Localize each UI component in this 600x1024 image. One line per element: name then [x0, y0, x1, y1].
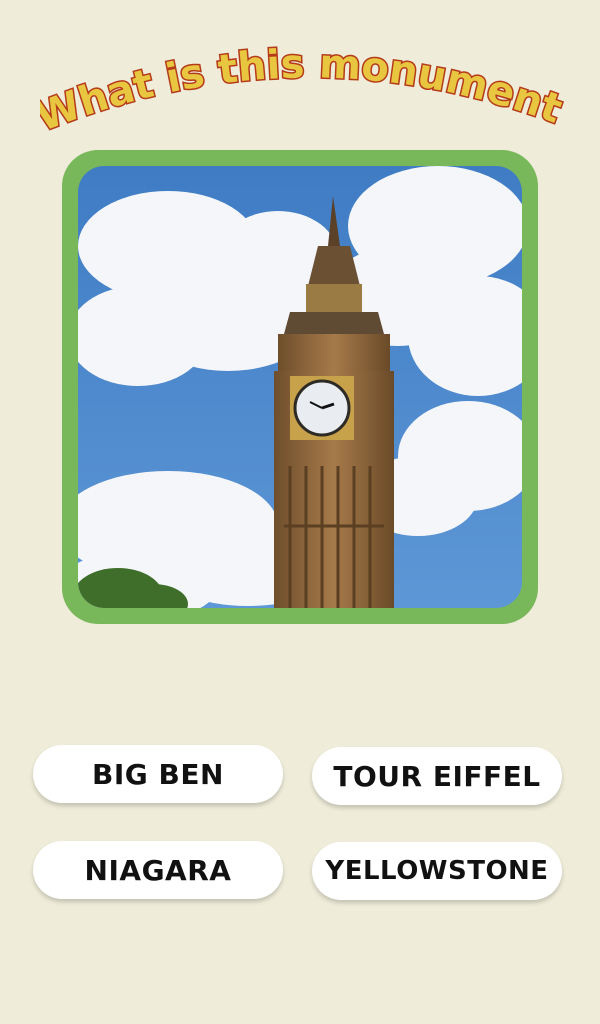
- question-title: What is this monument?: [27, 0, 580, 142]
- answer-button-yellowstone[interactable]: YELLOWSTONE: [312, 842, 562, 900]
- answer-button-tour-eiffel[interactable]: TOUR EIFFEL: [312, 747, 562, 805]
- clock-tower-image: [78, 166, 522, 608]
- answer-button-big-ben[interactable]: BIG BEN: [33, 745, 283, 803]
- answer-button-niagara[interactable]: NIAGARA: [33, 841, 283, 899]
- question-title-svg: What is this monument?: [27, 0, 569, 142]
- monument-photo-frame: [62, 150, 538, 624]
- question-textpath: What is this monument?: [27, 0, 569, 142]
- monument-photo: [78, 166, 522, 608]
- question-text-svg: What is this monument?: [40, 30, 568, 140]
